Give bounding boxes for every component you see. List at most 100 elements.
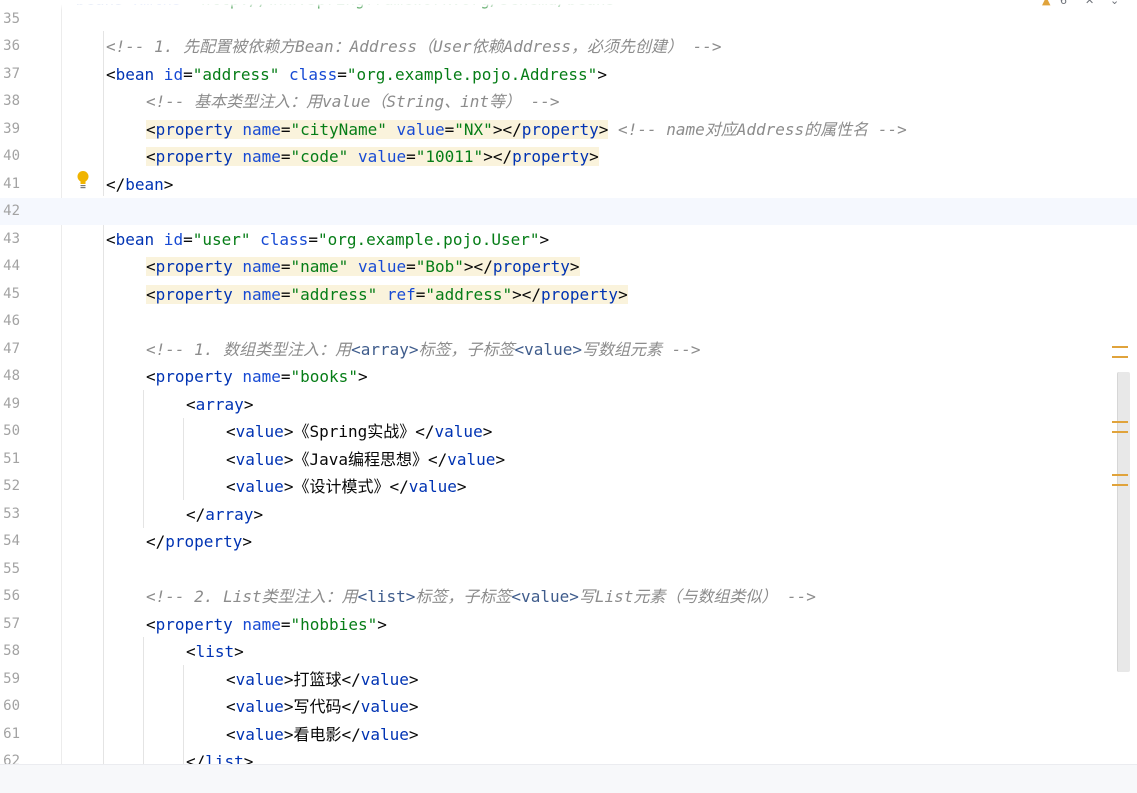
code-line: 53 </array> (0, 501, 1137, 528)
lightbulb-icon[interactable] (76, 170, 90, 190)
warning-stripe-marker[interactable] (1112, 431, 1128, 433)
line-number: 47 (3, 341, 20, 357)
comment: <!-- 基本类型注入：用value（String、int等） --> (146, 92, 560, 111)
line-number: 40 (3, 148, 20, 164)
code-text: <value>《Java编程思想》</value> (226, 450, 506, 469)
line-number: 55 (3, 561, 20, 577)
line-number: 39 (3, 121, 20, 137)
code-text: <property name="code" value="10011"></pr… (146, 143, 599, 170)
code-text: <value>写代码</value> (226, 697, 419, 716)
line-number: 54 (3, 533, 20, 549)
chevron-down-icon[interactable]: ⌄ (1110, 0, 1119, 7)
code-line: 40 <property name="code" value="10011"><… (0, 143, 1137, 170)
status-bar (0, 764, 1137, 793)
code-line: 62 </list> (0, 748, 1137, 764)
code-line: 49 <array> (0, 391, 1137, 418)
code-line: 35 (0, 6, 1137, 33)
line-number: 48 (3, 368, 20, 384)
code-line: 52 <value>《设计模式》</value> (0, 473, 1137, 500)
code-line: 54 </property> (0, 528, 1137, 555)
code-text: <!-- 1. 数组类型注入：用<array>标签，子标签<value>写数组元… (146, 340, 701, 359)
code-line: 47 <!-- 1. 数组类型注入：用<array>标签，子标签<value>写… (0, 336, 1137, 363)
line-number: 49 (3, 396, 20, 412)
line-number: 42 (3, 203, 20, 219)
code-text: <bean id="address" class="org.example.po… (106, 65, 607, 84)
line-number: 37 (3, 66, 20, 82)
line-number: 58 (3, 643, 20, 659)
warning-stripe-marker[interactable] (1112, 474, 1128, 476)
code-text: </array> (186, 505, 264, 524)
close-icon[interactable]: ✕ (1085, 0, 1094, 7)
code-text: </bean> (106, 175, 174, 194)
code-text: <value>打篮球</value> (226, 670, 419, 689)
line-number: 51 (3, 451, 20, 467)
code-text: <list> (186, 642, 244, 661)
code-line: 38 <!-- 基本类型注入：用value（String、int等） --> (0, 88, 1137, 115)
line-number: 38 (3, 93, 20, 109)
line-number: 41 (3, 176, 20, 192)
code-editor[interactable]: 2 <beans xmlns="http://www.springframewo… (0, 0, 1137, 764)
code-line: 48 <property name="books"> (0, 363, 1137, 390)
code-line: 45 <property name="address" ref="address… (0, 281, 1137, 308)
code-text: </property> (146, 532, 252, 551)
code-text: <!-- 2. List类型注入：用<list>标签，子标签<value>写Li… (146, 587, 816, 606)
line-number: 59 (3, 671, 20, 687)
code-line: 58 <list> (0, 638, 1137, 665)
warning-stripe-marker[interactable] (1112, 421, 1128, 423)
code-line: 43 <bean id="user" class="org.example.po… (0, 226, 1137, 253)
code-line: 44 <property name="name" value="Bob"></p… (0, 253, 1137, 280)
code-text: <value>看电影</value> (226, 725, 419, 744)
code-line: 55 (0, 556, 1137, 583)
code-text: <property name="books"> (146, 367, 368, 386)
line-number: 43 (3, 231, 20, 247)
tag-highlight: <property name="code" value="10011"></pr… (146, 147, 599, 166)
code-line: 46 (0, 308, 1137, 335)
code-text: <array> (186, 395, 254, 414)
code-text: <value>《Spring实战》</value> (226, 422, 493, 441)
line-number: 53 (3, 506, 20, 522)
line-number: 61 (3, 726, 20, 742)
warning-stripe-marker[interactable] (1112, 484, 1128, 486)
code-line: 56 <!-- 2. List类型注入：用<list>标签，子标签<value>… (0, 583, 1137, 610)
code-text: <bean id="user" class="org.example.pojo.… (106, 230, 550, 249)
code-line: 59 <value>打篮球</value> (0, 666, 1137, 693)
code-line: 37 <bean id="address" class="org.example… (0, 61, 1137, 88)
code-line: 36 <!-- 1. 先配置被依赖方Bean：Address（User依赖Add… (0, 33, 1137, 60)
warning-stripe-marker[interactable] (1112, 356, 1128, 358)
tag-highlight: <property name="address" ref="address"><… (146, 285, 628, 304)
comment: <!-- 1. 先配置被依赖方Bean：Address（User依赖Addres… (106, 37, 722, 56)
code-text: <!-- 基本类型注入：用value（String、int等） --> (146, 88, 560, 115)
line-number: 56 (3, 588, 20, 604)
line-number: 36 (3, 38, 20, 54)
code-text: </list> (186, 752, 254, 764)
tag-highlight: <property name="cityName" value="NX"></p… (146, 120, 609, 139)
code-text: <property name="hobbies"> (146, 615, 387, 634)
line-number: 60 (3, 698, 20, 714)
warning-stripe-marker[interactable] (1112, 346, 1128, 348)
line-number: 45 (3, 286, 20, 302)
line-number: 50 (3, 423, 20, 439)
code-line: 57 <property name="hobbies"> (0, 611, 1137, 638)
code-line: 39 <property name="cityName" value="NX">… (0, 116, 1137, 143)
line-number: 35 (3, 11, 20, 27)
warning-icon[interactable]: ▲ (1042, 0, 1050, 7)
code-text: <!-- 1. 先配置被依赖方Bean：Address（User依赖Addres… (106, 33, 722, 60)
code-line: 41 </bean> (0, 171, 1137, 198)
line-number: 44 (3, 258, 20, 274)
line-number: 52 (3, 478, 20, 494)
line-number: 57 (3, 616, 20, 632)
comment: <!-- name对应Address的属性名 --> (608, 120, 907, 139)
code-line: 60 <value>写代码</value> (0, 693, 1137, 720)
code-text: <value>《设计模式》</value> (226, 477, 467, 496)
current-code-line[interactable]: 42 (0, 198, 1137, 225)
line-number: 46 (3, 313, 20, 329)
code-line: 51 <value>《Java编程思想》</value> (0, 446, 1137, 473)
code-line: 50 <value>《Spring实战》</value> (0, 418, 1137, 445)
inspection-widget[interactable]: ▲ 6 ✕ ⌄ (1030, 0, 1137, 10)
code-text: <property name="name" value="Bob"></prop… (146, 253, 580, 280)
line-number: 62 (3, 753, 20, 764)
tag-highlight: <property name="name" value="Bob"></prop… (146, 257, 580, 276)
code-line: 61 <value>看电影</value> (0, 721, 1137, 748)
code-text: <property name="address" ref="address"><… (146, 281, 628, 308)
scrollbar-thumb[interactable] (1117, 372, 1130, 672)
